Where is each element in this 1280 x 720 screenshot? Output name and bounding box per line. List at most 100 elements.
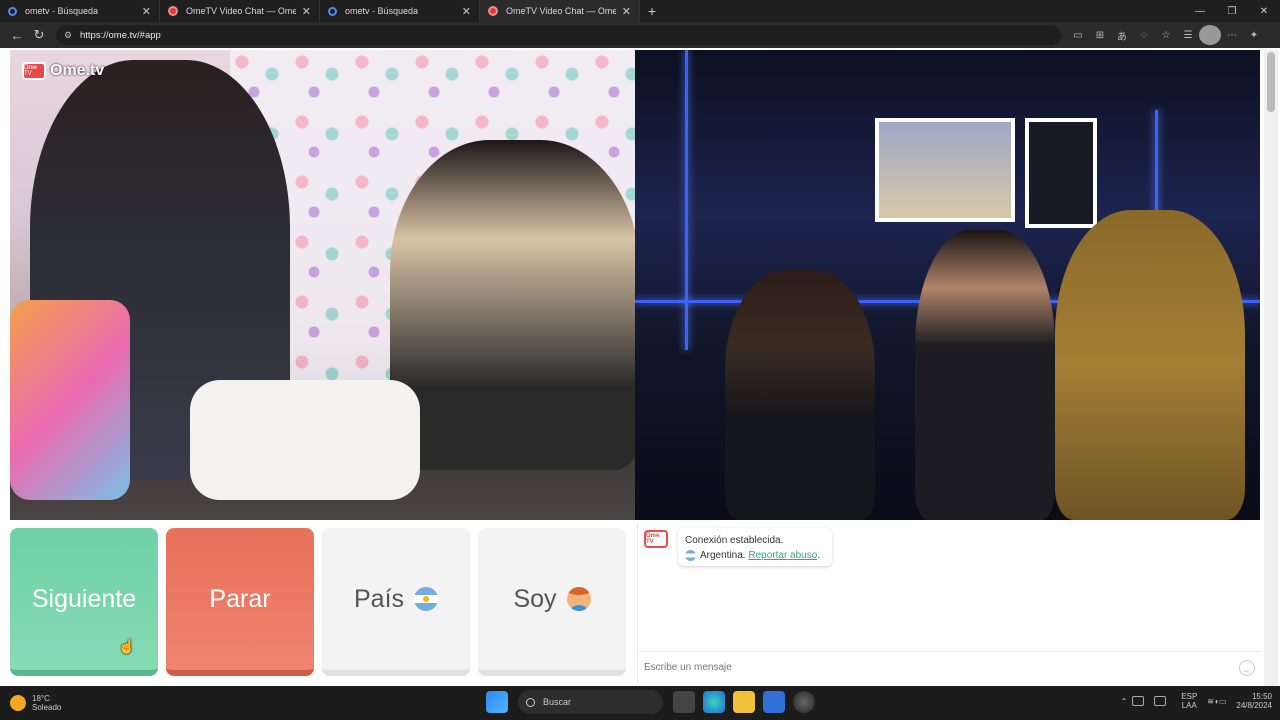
country-button-label: País	[353, 584, 405, 613]
ometv-chat-icon: Ome TV	[644, 530, 668, 548]
browser-tab-1[interactable]: ometv - Búsqueda ✕	[0, 0, 160, 22]
argentina-flag-icon	[685, 550, 696, 561]
site-info-icon[interactable]: ⚙	[64, 30, 74, 40]
stop-button-label: Parar	[209, 584, 271, 613]
tab-title: ometv - Búsqueda	[345, 6, 419, 16]
boy-avatar-icon	[566, 587, 591, 611]
weather-widget[interactable]: 18°C Soleado	[10, 694, 61, 712]
url-field[interactable]: ⚙ https://ome.tv/#app	[56, 25, 1061, 45]
profile-icon[interactable]	[1199, 25, 1221, 45]
tab-strip: ometv - Búsqueda ✕ OmeTV Video Chat — Om…	[0, 0, 1280, 22]
restore-icon[interactable]: ❐	[1216, 0, 1248, 22]
new-tab-icon[interactable]: +	[640, 0, 664, 22]
collections-icon[interactable]: ☰	[1177, 25, 1199, 45]
ometv-badge-icon: Ome TV	[22, 62, 46, 80]
emoji-icon[interactable]	[1239, 659, 1255, 676]
gender-button[interactable]: Soy	[478, 528, 626, 676]
search-icon	[526, 697, 535, 707]
chat-panel: Ome TV Conexión establecida. Argentina. …	[637, 523, 1261, 683]
taskbar-apps: Buscar	[482, 690, 819, 714]
stranger-video	[635, 50, 1260, 520]
video-poster	[1025, 118, 1097, 228]
search-favicon-icon	[328, 6, 337, 16]
local-video: Ome TV Ome.tv	[10, 50, 635, 520]
cloud-icon[interactable]	[1132, 696, 1145, 706]
country-button[interactable]: País	[322, 528, 470, 676]
scrollbar-thumb[interactable]	[1267, 52, 1275, 112]
lang-top: ESP	[1181, 692, 1198, 701]
battery-icon[interactable]	[1154, 696, 1167, 706]
sun-icon	[10, 695, 26, 711]
report-suffix: .	[817, 550, 821, 561]
reload-icon[interactable]: ↻	[28, 24, 50, 46]
next-button-label: Siguiente	[31, 584, 137, 613]
address-bar: ← ↻ ⚙ https://ome.tv/#app ▭ ⊞ あ ◌ ☆ ☰ ⋯ …	[0, 22, 1280, 48]
system-clock[interactable]: 15:50 24/8/2024	[1236, 692, 1272, 710]
ometv-logo: Ome TV Ome.tv	[22, 62, 104, 80]
taskbar-search[interactable]: Buscar	[518, 690, 663, 714]
wifi-icon[interactable]: ≋	[1207, 697, 1214, 706]
close-tab-icon[interactable]: ✕	[622, 5, 631, 18]
gender-button-label: Soy	[513, 584, 557, 613]
clock-time: 15:50	[1251, 692, 1272, 701]
stop-button[interactable]: Parar	[166, 528, 314, 676]
lang-bottom: LAA	[1181, 701, 1197, 710]
country-row: Argentina. Reportar abuso.	[685, 548, 825, 563]
store-icon[interactable]	[763, 691, 785, 713]
ometv-logo-text: Ome.tv	[50, 62, 105, 79]
page-scrollbar[interactable]	[1264, 50, 1278, 686]
system-tray: ⌃ ESP LAA ≋ ◖ ▭ 15:50 24/8/2024	[1121, 692, 1272, 710]
connection-status: Conexión establecida.	[685, 535, 784, 546]
window-controls: — ❐ ✕	[1184, 0, 1280, 22]
app-icon[interactable]	[793, 691, 815, 713]
edge-browser-icon[interactable]	[703, 691, 725, 713]
close-window-icon[interactable]: ✕	[1248, 0, 1280, 22]
more-icon[interactable]: ⋯	[1221, 25, 1243, 45]
weather-desc: Soleado	[32, 703, 62, 712]
weather-text: 18°C Soleado	[32, 694, 61, 712]
video-neon-light	[685, 50, 688, 350]
ometv-page: Ome TV Ome.tv Siguiente Parar País Soy O…	[0, 48, 1280, 686]
tab-title: OmeTV Video Chat — Omegle	[506, 6, 616, 16]
translate-icon[interactable]: あ	[1111, 25, 1133, 45]
back-icon[interactable]: ←	[6, 24, 28, 46]
favorite-icon[interactable]: ☆	[1155, 25, 1177, 45]
task-view-icon[interactable]	[673, 691, 695, 713]
close-tab-icon[interactable]: ✕	[462, 5, 471, 18]
video-person	[725, 270, 875, 520]
minimize-icon[interactable]: —	[1184, 0, 1216, 22]
language-indicator[interactable]: ESP LAA	[1181, 692, 1197, 710]
browser-tab-4[interactable]: OmeTV Video Chat — Omegle ✕	[480, 0, 640, 22]
url-text: https://ome.tv/#app	[80, 29, 161, 41]
taskbar-search-label: Buscar	[543, 697, 572, 707]
camera-icon[interactable]: ▭	[1067, 25, 1089, 45]
tray-chevron-icon[interactable]: ⌃	[1121, 697, 1128, 706]
search-favicon-icon	[8, 6, 17, 16]
video-blanket	[10, 300, 130, 500]
close-tab-icon[interactable]: ✕	[142, 5, 151, 18]
video-person	[390, 140, 635, 470]
clock-date: 24/8/2024	[1236, 701, 1272, 710]
message-composer	[638, 651, 1261, 683]
toolbar-actions: ▭ ⊞ あ ◌ ☆ ☰ ⋯ ✦	[1067, 25, 1265, 45]
windows-taskbar: 18°C Soleado Buscar ⌃ ESP LAA ≋ ◖ ▭ 15:5…	[0, 686, 1280, 720]
video-person	[1055, 210, 1245, 520]
file-explorer-icon[interactable]	[733, 691, 755, 713]
extensions-icon[interactable]: ◌	[1133, 25, 1155, 45]
copilot-icon[interactable]: ✦	[1243, 25, 1265, 45]
report-abuse-link[interactable]: Reportar abuso	[748, 548, 817, 563]
app-icon[interactable]: ⊞	[1089, 25, 1111, 45]
next-button[interactable]: Siguiente	[10, 528, 158, 676]
battery-status-icon[interactable]: ▭	[1219, 697, 1227, 706]
tab-title: OmeTV Video Chat — Omegle	[186, 6, 296, 16]
ometv-favicon-icon	[168, 6, 178, 16]
stranger-country: Argentina.	[700, 550, 746, 561]
weather-temp: 18°C	[32, 694, 50, 703]
video-blanket	[190, 380, 420, 500]
windows-start-icon[interactable]	[486, 691, 508, 713]
system-message: Conexión establecida. Argentina. Reporta…	[678, 528, 832, 566]
browser-tab-2[interactable]: OmeTV Video Chat — Omegle ✕	[160, 0, 320, 22]
message-input[interactable]	[644, 662, 1239, 673]
close-tab-icon[interactable]: ✕	[302, 5, 311, 18]
browser-tab-3[interactable]: ometv - Búsqueda ✕	[320, 0, 480, 22]
